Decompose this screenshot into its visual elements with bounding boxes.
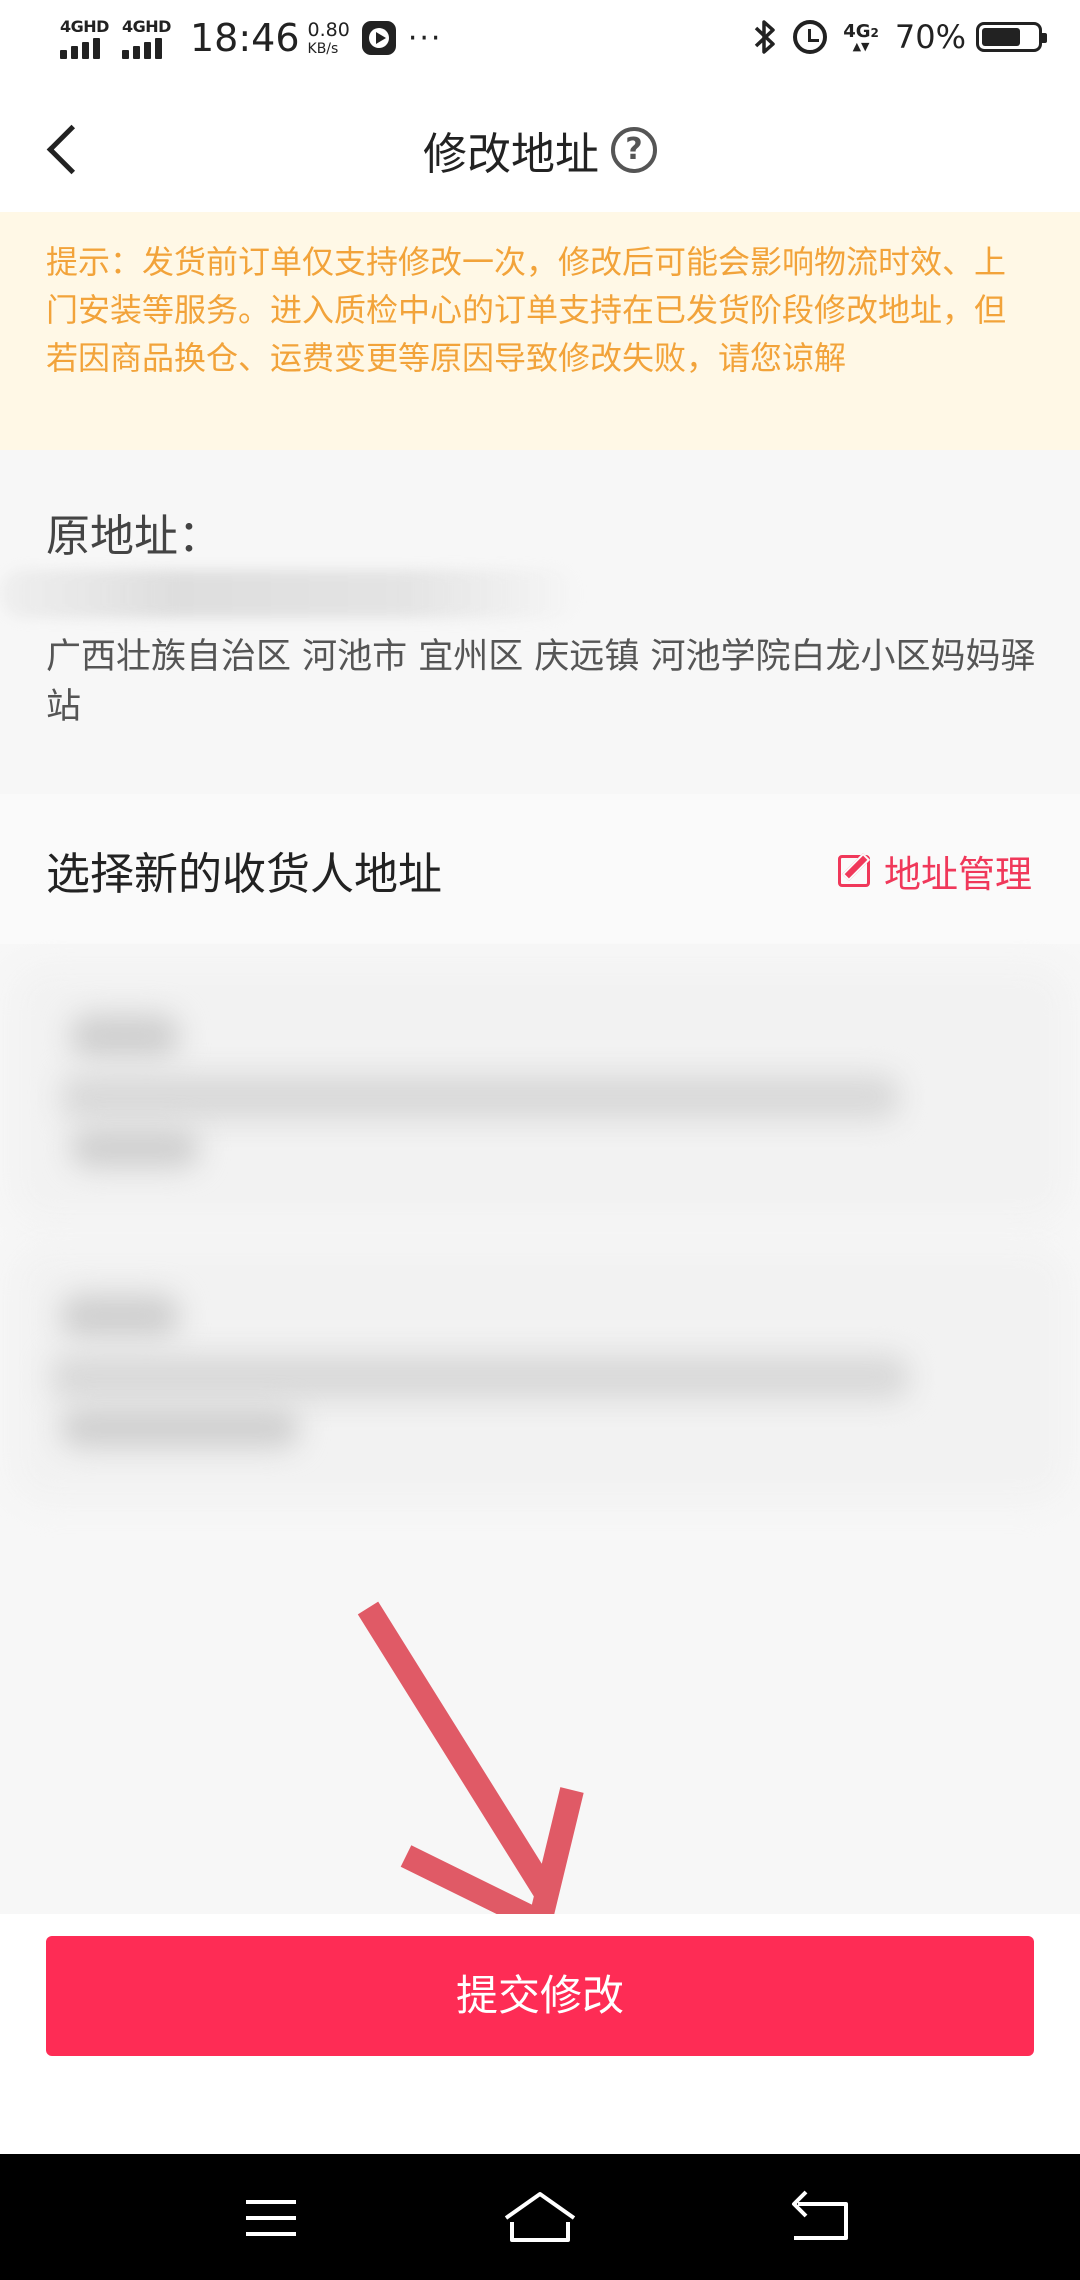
arrow-annotation: [357, 1601, 584, 1930]
notice-banner: 提示：发货前订单仅支持修改一次，修改后可能会影响物流时效、上门安装等服务。进入质…: [0, 212, 1080, 450]
network-right-sub: 2: [870, 25, 879, 40]
network-type-2: 4GHD: [122, 17, 171, 36]
battery-level: [982, 28, 1020, 46]
speed-value: 0.80: [307, 18, 350, 41]
alarm-icon: [793, 20, 828, 54]
status-left: 4GHD 4GHD 18:46 0.80 KB/s ···: [60, 16, 442, 60]
help-icon[interactable]: ?: [611, 127, 657, 173]
notice-text: 提示：发货前订单仅支持修改一次，修改后可能会影响物流时效、上门安装等服务。进入质…: [46, 243, 1007, 377]
blurred-text: [60, 1408, 300, 1448]
home-icon[interactable]: [500, 2184, 580, 2254]
blurred-text: [70, 1014, 180, 1058]
blurred-text: [60, 1294, 180, 1338]
page-header: 修改地址?: [0, 84, 1080, 212]
signal-icon: 4GHD: [60, 17, 112, 59]
battery-percent: 70%: [894, 18, 966, 56]
system-nav-bar: [0, 2154, 1080, 2280]
network-right: 4G: [843, 20, 871, 42]
original-address-section: 原地址： 广西壮族自治区 河池市 宜州区 庆远镇 河池学院白龙小区妈妈驿站: [0, 450, 1080, 794]
signal-icon: 4GHD: [122, 17, 174, 59]
status-right: 4G2 ▲▼ 70%: [753, 18, 1047, 56]
network-speed: 0.80 KB/s: [307, 18, 350, 57]
network-4g-icon: 4G2 ▲▼: [843, 20, 879, 53]
blurred-recipient: [0, 570, 580, 618]
submit-button[interactable]: 提交修改: [46, 1936, 1034, 2056]
page-title: 修改地址: [423, 129, 599, 180]
new-address-title: 选择新的收货人地址: [46, 849, 442, 900]
original-address-label: 原地址：: [46, 511, 222, 562]
status-bar: 4GHD 4GHD 18:46 0.80 KB/s ··· 4G2 ▲▼ 70%: [0, 0, 1080, 84]
blurred-text: [60, 1074, 900, 1120]
original-address-text: 广西壮族自治区 河池市 宜州区 庆远镇 河池学院白龙小区妈妈驿站: [46, 637, 1036, 727]
bluetooth-icon: [755, 20, 775, 54]
blurred-text: [70, 1128, 200, 1168]
network-type-1: 4GHD: [60, 17, 109, 36]
menu-icon[interactable]: [232, 2184, 312, 2254]
blurred-text: [50, 1354, 910, 1400]
play-icon: [361, 21, 396, 55]
back-nav-icon[interactable]: [784, 2184, 864, 2254]
more-notifications-icon: ···: [407, 20, 443, 56]
speed-unit: KB/s: [307, 40, 339, 57]
new-address-header: 选择新的收货人地址 地址管理: [0, 794, 1080, 944]
edit-icon: [838, 855, 870, 887]
battery-icon: [976, 22, 1047, 52]
page-title-wrap: 修改地址?: [0, 118, 1080, 182]
clock: 18:46: [190, 16, 300, 60]
footer: 提交修改: [0, 1914, 1080, 2154]
address-manage-label: 地址管理: [884, 853, 1032, 896]
address-manage-button[interactable]: 地址管理: [838, 844, 1032, 898]
